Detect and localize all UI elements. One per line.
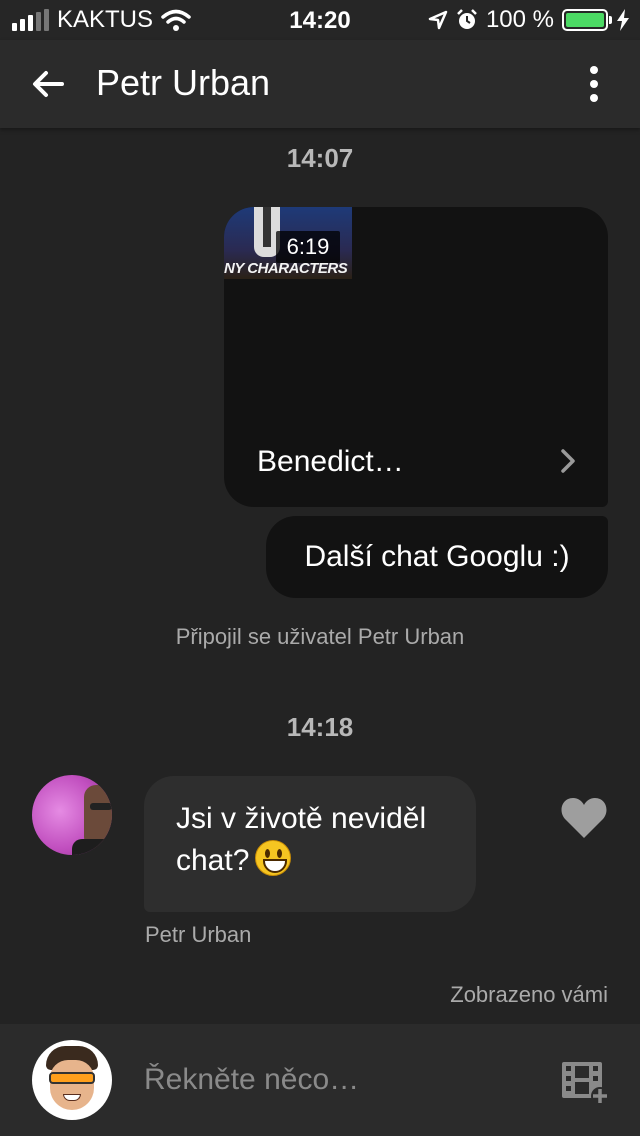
message-composer xyxy=(0,1024,640,1136)
system-notice: Připojil se uživatel Petr Urban xyxy=(175,624,465,649)
arrow-left-icon[interactable] xyxy=(28,64,68,104)
battery-icon xyxy=(562,9,612,31)
heart-icon[interactable] xyxy=(560,796,608,840)
message-timestamp: 14:07 xyxy=(286,143,354,173)
alarm-clock-icon xyxy=(457,9,477,29)
avatar[interactable] xyxy=(32,775,112,855)
incoming-message-text: Jsi v životě neviděl chat? xyxy=(176,802,427,877)
location-arrow-icon xyxy=(428,10,448,30)
incoming-message-bubble[interactable]: Jsi v životě neviděl chat? xyxy=(144,776,476,912)
status-bar: KAKTUS 14:20 100 % xyxy=(0,0,640,40)
status-right: 100 % xyxy=(428,6,630,34)
seen-status: Zobrazeno vámi xyxy=(450,982,608,1007)
charging-bolt-icon xyxy=(617,9,629,31)
video-duration-badge: 6:19 xyxy=(276,231,340,263)
message-input[interactable] xyxy=(128,1048,528,1112)
sender-name: Petr Urban xyxy=(145,922,252,947)
more-vertical-icon[interactable] xyxy=(588,66,600,102)
message-timestamp: 14:18 xyxy=(286,712,354,742)
battery-percent: 100 % xyxy=(485,6,554,33)
app-bar: Petr Urban xyxy=(0,40,640,128)
outgoing-message-bubble[interactable]: Další chat Googlu :) xyxy=(266,516,608,598)
add-video-icon[interactable] xyxy=(560,1060,610,1106)
grinning-face-emoji-icon xyxy=(255,840,292,876)
video-title: Benedict… xyxy=(257,445,404,478)
conversation-title: Petr Urban xyxy=(96,62,271,103)
chevron-right-icon[interactable] xyxy=(556,447,580,475)
avatar[interactable] xyxy=(32,1040,112,1120)
